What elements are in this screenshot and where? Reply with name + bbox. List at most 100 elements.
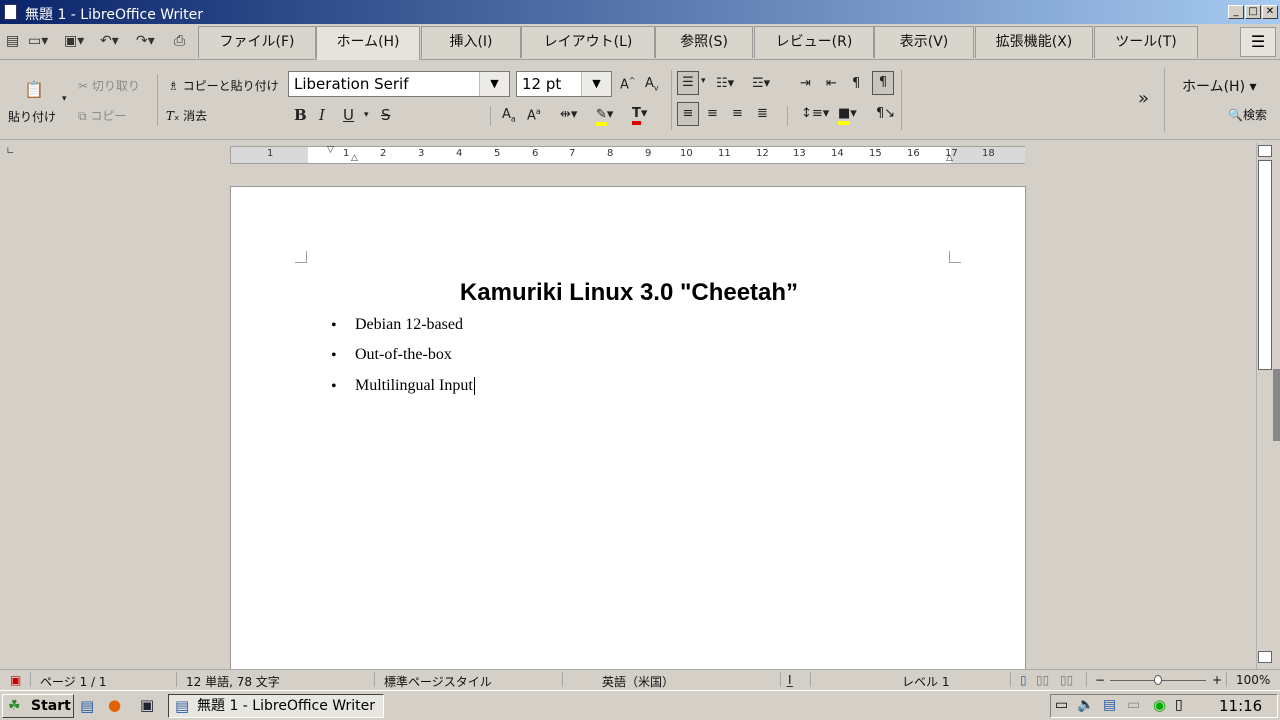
page-style[interactable]: 標準ページスタイル: [384, 673, 492, 690]
list-item[interactable]: Debian 12-based: [355, 316, 463, 334]
tab-file[interactable]: ファイル(F): [198, 26, 316, 58]
first-line-indent-marker[interactable]: ▽: [327, 145, 334, 155]
input-method-icon[interactable]: ◉: [1153, 696, 1166, 714]
list-item[interactable]: Multilingual Input: [355, 377, 473, 395]
horizontal-ruler[interactable]: 1 1 2 3 4 5 6 7 8 9 10 11 12 13 14 15 16…: [230, 145, 1025, 164]
book-view-icon[interactable]: ▯▯: [1060, 673, 1073, 687]
align-left-icon[interactable]: ≡: [677, 102, 699, 126]
minimize-button[interactable]: _: [1228, 5, 1244, 19]
subscript-icon[interactable]: Aa: [502, 107, 516, 124]
language-status[interactable]: 英語（米国）: [602, 673, 674, 690]
formatting-marks-icon[interactable]: ¶: [872, 71, 894, 95]
italic-icon[interactable]: I: [319, 106, 325, 124]
paste-button[interactable]: 貼り付け: [8, 108, 56, 125]
open-folder-icon[interactable]: ▭▾: [28, 33, 48, 49]
start-button[interactable]: ☘ Start: [2, 694, 74, 718]
multi-page-view-icon[interactable]: ▯▯: [1036, 673, 1049, 687]
clock[interactable]: 11:16: [1219, 697, 1262, 715]
bullet-dropdown-icon[interactable]: ▾: [701, 76, 706, 86]
tab-insert[interactable]: 挿入(I): [421, 26, 521, 58]
tab-tools[interactable]: ツール(T): [1094, 26, 1198, 58]
justify-icon[interactable]: ≣: [757, 106, 768, 121]
clipboard-icon[interactable]: ▯: [1175, 697, 1183, 713]
increase-indent-icon[interactable]: ⇥: [800, 76, 811, 91]
underline-icon[interactable]: U: [343, 106, 354, 124]
paste-icon[interactable]: 📋: [24, 80, 44, 99]
maximize-button[interactable]: □: [1245, 5, 1261, 19]
superscript-icon[interactable]: Aa: [527, 107, 541, 123]
save-icon[interactable]: ▣▾: [64, 33, 84, 49]
network-icon[interactable]: ▤: [1103, 697, 1116, 713]
cut-button[interactable]: ✂ 切り取り: [78, 77, 140, 94]
decrease-indent-icon[interactable]: ⇤: [826, 76, 837, 91]
font-size-combo[interactable]: 12 pt ▼: [516, 71, 612, 97]
zoom-in-icon[interactable]: +: [1212, 673, 1222, 687]
align-center-icon[interactable]: ≡: [707, 106, 718, 121]
align-right-icon[interactable]: ≡: [732, 106, 743, 121]
zoom-slider-handle[interactable]: [1154, 675, 1162, 685]
zoom-out-icon[interactable]: −: [1095, 673, 1105, 687]
grow-font-icon[interactable]: A^: [620, 76, 636, 92]
tab-view[interactable]: 表示(V): [874, 26, 974, 58]
list-item[interactable]: Out-of-the-box: [355, 346, 452, 364]
font-color-icon[interactable]: T▾: [632, 106, 647, 125]
copy-button[interactable]: ⧉ コピー: [78, 107, 126, 124]
save-status-icon[interactable]: ▣: [10, 673, 21, 687]
document-title[interactable]: Kamuriki Linux 3.0 "Cheetah”: [231, 279, 1027, 307]
left-indent-marker[interactable]: △: [351, 153, 358, 163]
document-page[interactable]: Kamuriki Linux 3.0 "Cheetah” • Debian 12…: [230, 186, 1026, 676]
tab-references[interactable]: 参照(S): [655, 26, 753, 58]
right-indent-marker[interactable]: △: [946, 153, 953, 163]
redo-icon[interactable]: ↷▾: [136, 33, 155, 49]
volume-icon[interactable]: 🔈: [1077, 697, 1094, 713]
sidebar-toggle-handle[interactable]: [1273, 369, 1280, 441]
more-options-icon[interactable]: »: [1138, 88, 1149, 109]
terminal-icon[interactable]: ▣: [140, 696, 154, 714]
new-doc-icon[interactable]: ▤: [6, 33, 19, 49]
clone-formatting-button[interactable]: ♗ コピーと貼り付け: [168, 77, 279, 94]
paragraph-dialog-icon[interactable]: ¶↘: [876, 106, 895, 121]
tab-review[interactable]: レビュー(R): [754, 26, 874, 58]
tab-layout[interactable]: レイアウト(L): [521, 26, 655, 58]
character-spacing-icon[interactable]: ⇹▾: [560, 107, 577, 122]
underline-dropdown-icon[interactable]: ▾: [364, 110, 369, 120]
paragraph-ltr-icon[interactable]: ¶: [852, 76, 860, 91]
highlight-color-icon[interactable]: ✎▾: [596, 107, 613, 126]
undo-icon[interactable]: ↶▾: [100, 33, 119, 49]
tab-stop-selector-icon[interactable]: ∟: [6, 146, 14, 157]
file-manager-icon[interactable]: ▤: [80, 697, 94, 715]
bullet-list-icon[interactable]: ☰: [677, 71, 699, 95]
tab-home[interactable]: ホーム(H): [316, 26, 420, 60]
numbered-list-icon[interactable]: ☷▾: [716, 76, 734, 91]
scroll-down-icon[interactable]: [1258, 651, 1272, 663]
context-menu-button[interactable]: ホーム(H) ▾: [1182, 76, 1257, 96]
bold-icon[interactable]: B: [294, 106, 307, 124]
line-spacing-icon[interactable]: ↕≡▾: [801, 106, 829, 121]
vertical-scrollbar[interactable]: [1256, 143, 1280, 669]
chevron-down-icon[interactable]: ▼: [479, 72, 509, 96]
clear-formatting-button[interactable]: Tₓ 消去: [166, 107, 207, 124]
scroll-up-icon[interactable]: [1258, 145, 1272, 157]
search-button[interactable]: 🔍検索: [1228, 106, 1267, 123]
firefox-icon[interactable]: ●: [108, 696, 121, 714]
taskbar-task-writer[interactable]: ▤ 無題 1 - LibreOffice Writer: [168, 694, 384, 718]
font-name-combo[interactable]: Liberation Serif ▼: [288, 71, 510, 97]
hamburger-menu-icon[interactable]: ☰: [1240, 27, 1276, 57]
zoom-level[interactable]: 100%: [1236, 673, 1270, 687]
paragraph-background-icon[interactable]: ■▾: [838, 106, 857, 125]
print-icon[interactable]: ⎙: [174, 33, 185, 49]
outline-list-icon[interactable]: ☲▾: [752, 76, 770, 91]
scrollbar-thumb[interactable]: [1258, 160, 1272, 370]
single-page-view-icon[interactable]: ▯: [1020, 673, 1027, 687]
close-button[interactable]: ✕: [1262, 5, 1278, 19]
keyboard-icon[interactable]: ▭: [1127, 697, 1140, 713]
paste-dropdown-icon[interactable]: ▾: [62, 94, 67, 104]
chevron-down-icon[interactable]: ▼: [581, 72, 611, 96]
strikethrough-icon[interactable]: S: [381, 106, 391, 124]
page-count[interactable]: ページ 1 / 1: [40, 673, 107, 690]
notes-icon[interactable]: ▭: [1055, 697, 1068, 713]
insert-mode-icon[interactable]: I̲: [788, 673, 792, 687]
shrink-font-icon[interactable]: Av: [645, 76, 659, 93]
word-count[interactable]: 12 単語, 78 文字: [186, 673, 280, 690]
tab-extensions[interactable]: 拡張機能(X): [975, 26, 1093, 58]
